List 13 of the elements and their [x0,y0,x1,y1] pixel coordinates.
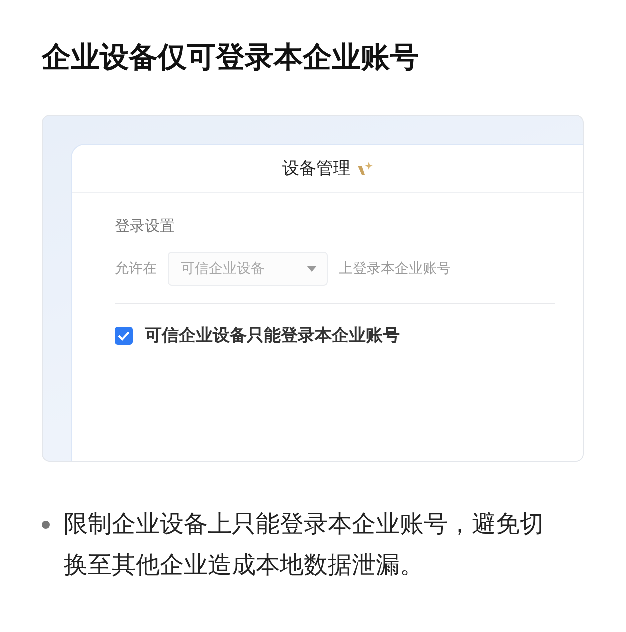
bullet-text: 限制企业设备上只能登录本企业账号，避免切换至其他企业造成本地数据泄漏。 [64,510,545,581]
rule-prefix: 允许在 [115,260,157,278]
checkbox-label: 可信企业设备只能登录本企业账号 [145,325,400,347]
page-heading: 企业设备仅可登录本企业账号 [42,41,420,76]
panel-title: 设备管理 [282,158,350,180]
bullet-icon [42,521,50,529]
section-label: 登录设置 [115,217,176,236]
device-select[interactable]: 可信企业设备 [168,252,328,286]
sparkle-icon [356,160,372,176]
caret-icon [307,266,317,272]
rule-suffix: 上登录本企业账号 [339,260,451,278]
checkbox[interactable] [115,326,133,344]
check-icon [118,330,130,340]
